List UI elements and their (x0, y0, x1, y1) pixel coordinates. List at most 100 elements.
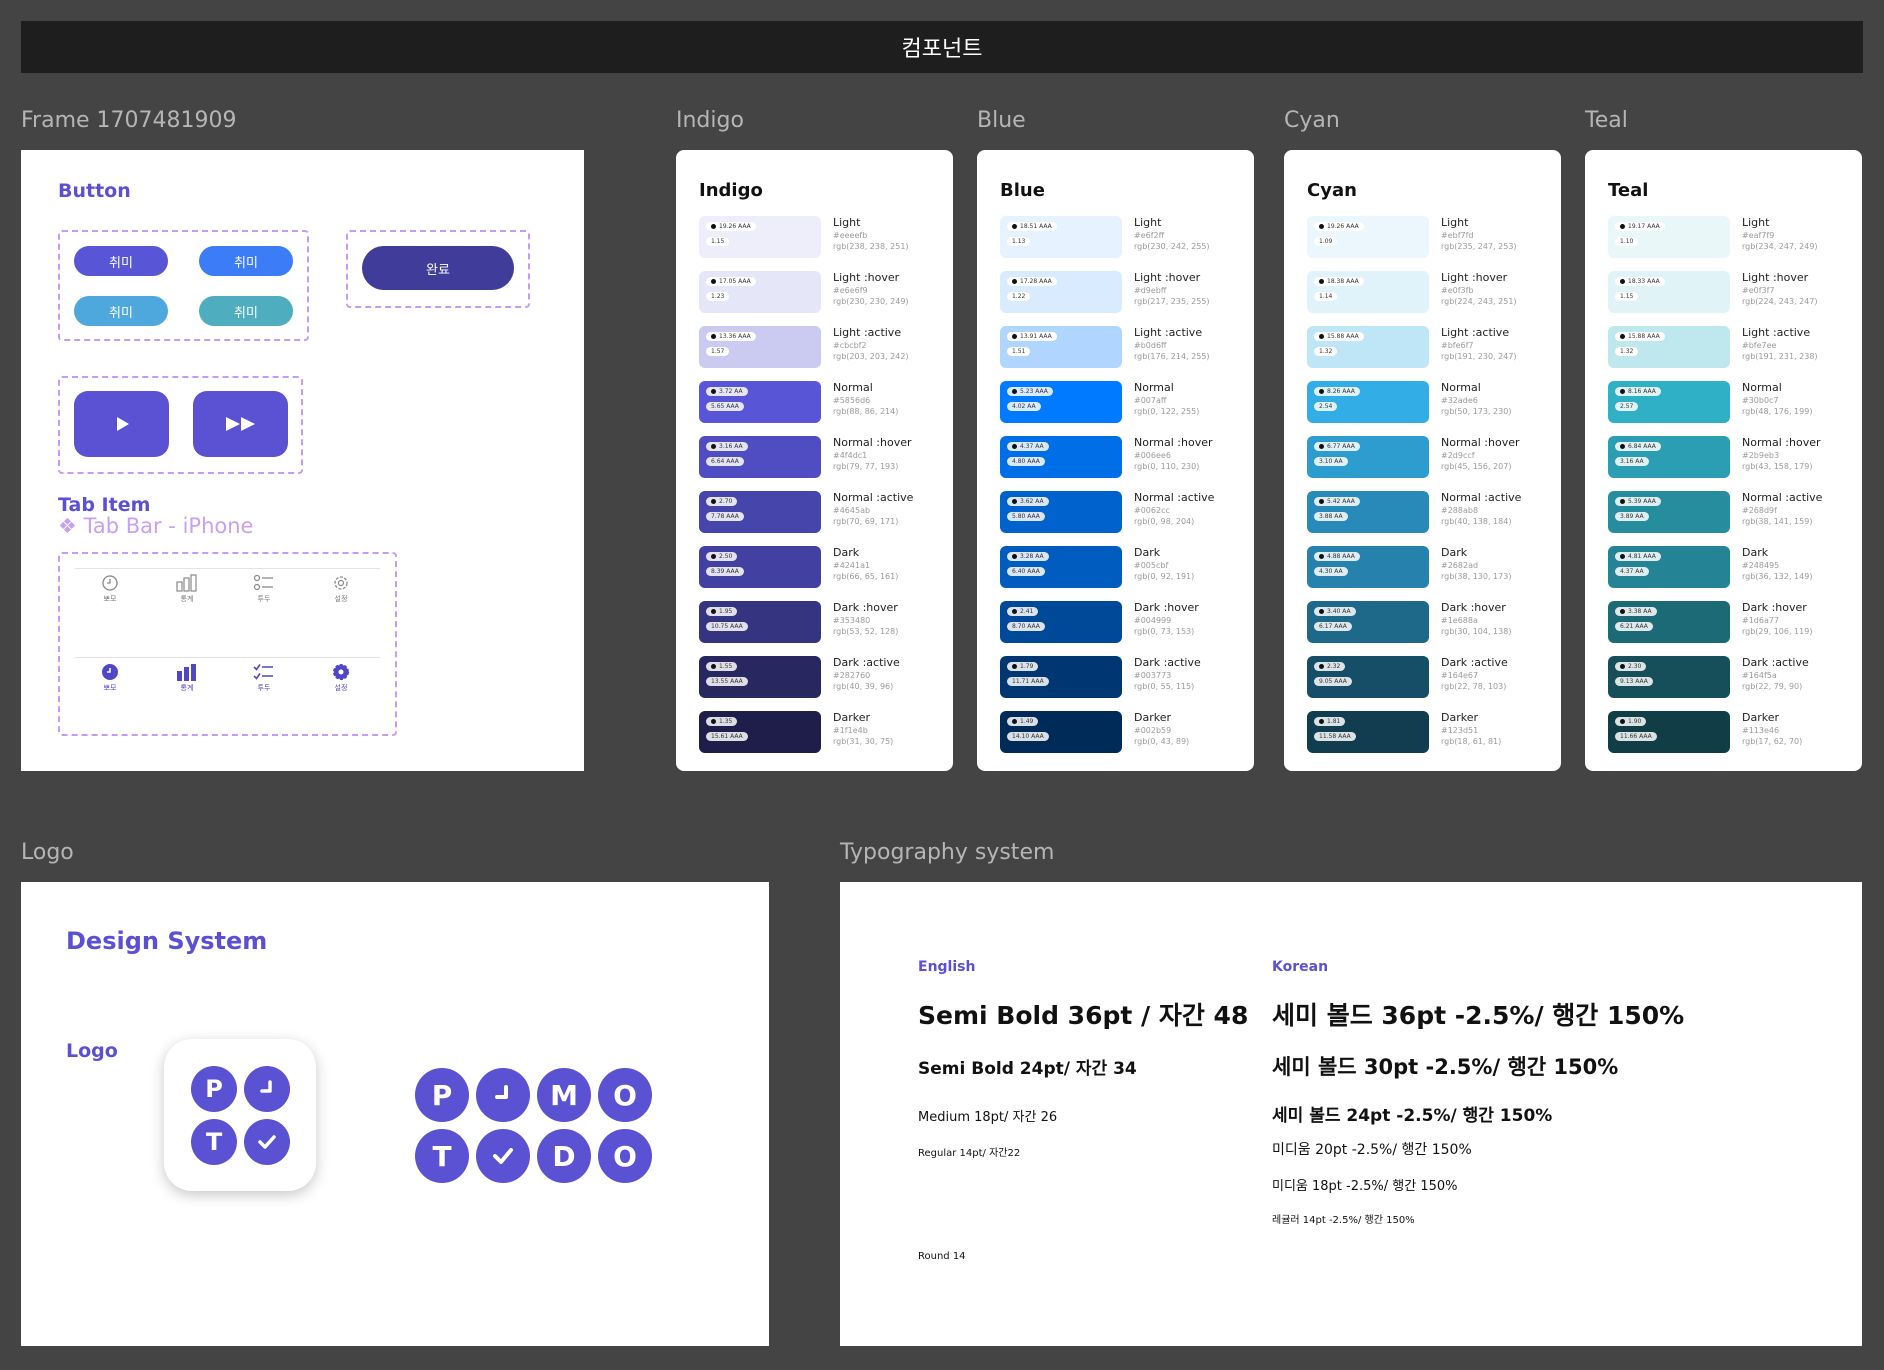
contrast-ratio: 6.17 AAA (1319, 623, 1347, 630)
tab-todo-active[interactable]: 투두 (244, 663, 284, 693)
swatch-name: Dark :hover (833, 601, 898, 614)
color-swatch-row: 5.23 AAA 4.02 AA Normal #007aff rgb(0, 122, … (1000, 381, 1250, 423)
color-swatch: 2.50 8.39 AAA (699, 546, 821, 588)
swatch-rgb: rgb(38, 130, 173) (1441, 572, 1512, 581)
tab-label: 투두 (257, 684, 271, 692)
contrast-badge: 5.39 AAA (1615, 497, 1661, 506)
tab-settings[interactable]: 설정 (321, 574, 361, 604)
contrast-ratio: 2.57 (1620, 403, 1634, 410)
color-swatch-row: 1.81 11.58 AAA Darker #123d51 rgb(18, 61, 81… (1307, 711, 1557, 753)
color-swatch: 4.37 AA 4.80 AAA (1000, 436, 1122, 478)
contrast-ratio: 7.78 AAA (711, 513, 739, 520)
swatch-hex: #1e688a (1441, 616, 1478, 625)
swatch-rgb: rgb(88, 86, 214) (833, 407, 899, 416)
color-swatch: 3.28 AA 6.40 AAA (1000, 546, 1122, 588)
swatch-hex: #32ade6 (1441, 396, 1478, 405)
contrast-ratio: 1.14 (1319, 293, 1333, 300)
clock-icon (476, 1068, 530, 1122)
play-button[interactable] (74, 391, 169, 457)
clock-icon (102, 575, 118, 591)
contrast-ratio: 11.71 AAA (1012, 678, 1044, 685)
contrast-badge: 4.81 AAA (1615, 552, 1661, 561)
contrast-badge: 17.05 AAA (706, 277, 756, 286)
swatch-hex: #005cbf (1134, 561, 1169, 570)
swatch-hex: #288ab8 (1441, 506, 1479, 515)
contrast-badge: 15.88 AAA (1615, 332, 1665, 341)
color-swatch-row: 13.36 AAA 1.57 Light :active #cbcbf2 rgb(203… (699, 326, 949, 368)
contrast-ratio: 5.23 AAA (1020, 388, 1048, 395)
swatch-rgb: rgb(50, 173, 230) (1441, 407, 1512, 416)
contrast-ratio: 11.58 AAA (1319, 733, 1351, 740)
swatch-rgb: rgb(36, 132, 149) (1742, 572, 1813, 581)
color-swatch: 2.41 8.70 AAA (1000, 601, 1122, 643)
swatch-rgb: rgb(0, 55, 115) (1134, 682, 1195, 691)
contrast-dot-icon (1012, 334, 1017, 339)
swatch-name: Normal :active (1134, 491, 1215, 504)
contrast-ratio: 18.38 AAA (1327, 278, 1359, 285)
contrast-ratio: 1.51 (1012, 348, 1026, 355)
contrast-badge: 1.49 (1007, 717, 1039, 726)
hobby-button-teal[interactable]: 취미 (199, 296, 293, 326)
tab-stats[interactable]: 통계 (167, 574, 207, 604)
contrast-dot-icon (1620, 609, 1625, 614)
tab-todo[interactable]: 투두 (244, 574, 284, 604)
color-swatch-row: 5.39 AAA 3.89 AA Normal :active #268d9f rgb(… (1608, 491, 1858, 533)
contrast-badge-secondary: 4.02 AA (1007, 402, 1041, 411)
contrast-ratio: 5.80 AAA (1012, 513, 1040, 520)
divider (75, 568, 380, 569)
contrast-badge-secondary: 1.14 (1314, 292, 1338, 301)
color-swatch: 3.38 AA 6.21 AAA (1608, 601, 1730, 643)
swatch-rgb: rgb(0, 110, 230) (1134, 462, 1200, 471)
contrast-badge: 18.33 AAA (1615, 277, 1665, 286)
hobby-button-blue[interactable]: 취미 (199, 246, 293, 276)
tab-label: 뽀모 (103, 684, 117, 692)
contrast-badge-secondary: 3.16 AA (1615, 457, 1649, 466)
palette-title: Teal (1608, 180, 1649, 201)
hobby-button-indigo[interactable]: 취미 (74, 246, 168, 276)
color-swatch-row: 19.26 AAA 1.15 Light #eeeefb rgb(238, 238, 2… (699, 216, 949, 258)
contrast-ratio: 15.61 AAA (711, 733, 743, 740)
contrast-ratio: 14.10 AAA (1012, 733, 1044, 740)
color-swatch: 8.26 AAA 2.54 (1307, 381, 1429, 423)
swatch-hex: #cbcbf2 (833, 341, 867, 350)
color-swatch-row: 19.26 AAA 1.09 Light #ebf7fd rgb(235, 247, 2… (1307, 216, 1557, 258)
tab-pomodoro-active[interactable]: 뽀모 (90, 663, 130, 693)
contrast-badge-secondary: 1.22 (1007, 292, 1031, 301)
contrast-badge-secondary: 11.71 AAA (1007, 677, 1049, 686)
swatch-rgb: rgb(230, 230, 249) (833, 297, 909, 306)
contrast-badge: 3.40 AA (1314, 607, 1356, 616)
done-button[interactable]: 완료 (362, 246, 514, 290)
contrast-dot-icon (1319, 334, 1324, 339)
swatch-name: Normal :hover (833, 436, 912, 449)
clock-icon (102, 664, 118, 680)
logo-letter: T (191, 1119, 237, 1165)
color-swatch-row: 1.49 14.10 AAA Darker #002b59 rgb(0, 43, 89) (1000, 711, 1250, 753)
hobby-button-cyan[interactable]: 취미 (74, 296, 168, 326)
contrast-badge-secondary: 11.58 AAA (1314, 732, 1356, 741)
contrast-ratio: 3.10 AA (1319, 458, 1343, 465)
swatch-rgb: rgb(224, 243, 251) (1441, 297, 1517, 306)
contrast-dot-icon (1012, 554, 1017, 559)
color-swatch-row: 18.51 AAA 1.13 Light #e6f2ff rgb(230, 242, 2… (1000, 216, 1250, 258)
fast-forward-button[interactable] (193, 391, 288, 457)
color-swatch: 1.49 14.10 AAA (1000, 711, 1122, 753)
logo-letter: O (598, 1129, 652, 1183)
color-swatch-row: 1.35 15.61 AAA Darker #1f1e4b rgb(31, 30, 75… (699, 711, 949, 753)
swatch-hex: #353480 (833, 616, 871, 625)
swatch-hex: #eaf7f9 (1742, 231, 1775, 240)
tab-stats-active[interactable]: 통계 (167, 663, 207, 693)
contrast-ratio: 13.55 AAA (711, 678, 743, 685)
color-swatch: 18.33 AAA 1.15 (1608, 271, 1730, 313)
tab-pomodoro[interactable]: 뽀모 (90, 574, 130, 604)
swatch-rgb: rgb(217, 235, 255) (1134, 297, 1210, 306)
tab-settings-active[interactable]: 설정 (321, 663, 361, 693)
swatch-name: Normal :active (833, 491, 914, 504)
contrast-ratio: 2.50 (719, 553, 733, 560)
contrast-badge-secondary: 1.32 (1615, 347, 1639, 356)
color-swatch-row: 1.55 13.55 AAA Dark :active #282760 rgb(40, … (699, 656, 949, 698)
swatch-name: Dark (833, 546, 860, 559)
contrast-dot-icon (1319, 609, 1324, 614)
contrast-ratio: 4.37 AA (1020, 443, 1044, 450)
english-column-title: English (918, 959, 976, 975)
contrast-dot-icon (1319, 389, 1324, 394)
